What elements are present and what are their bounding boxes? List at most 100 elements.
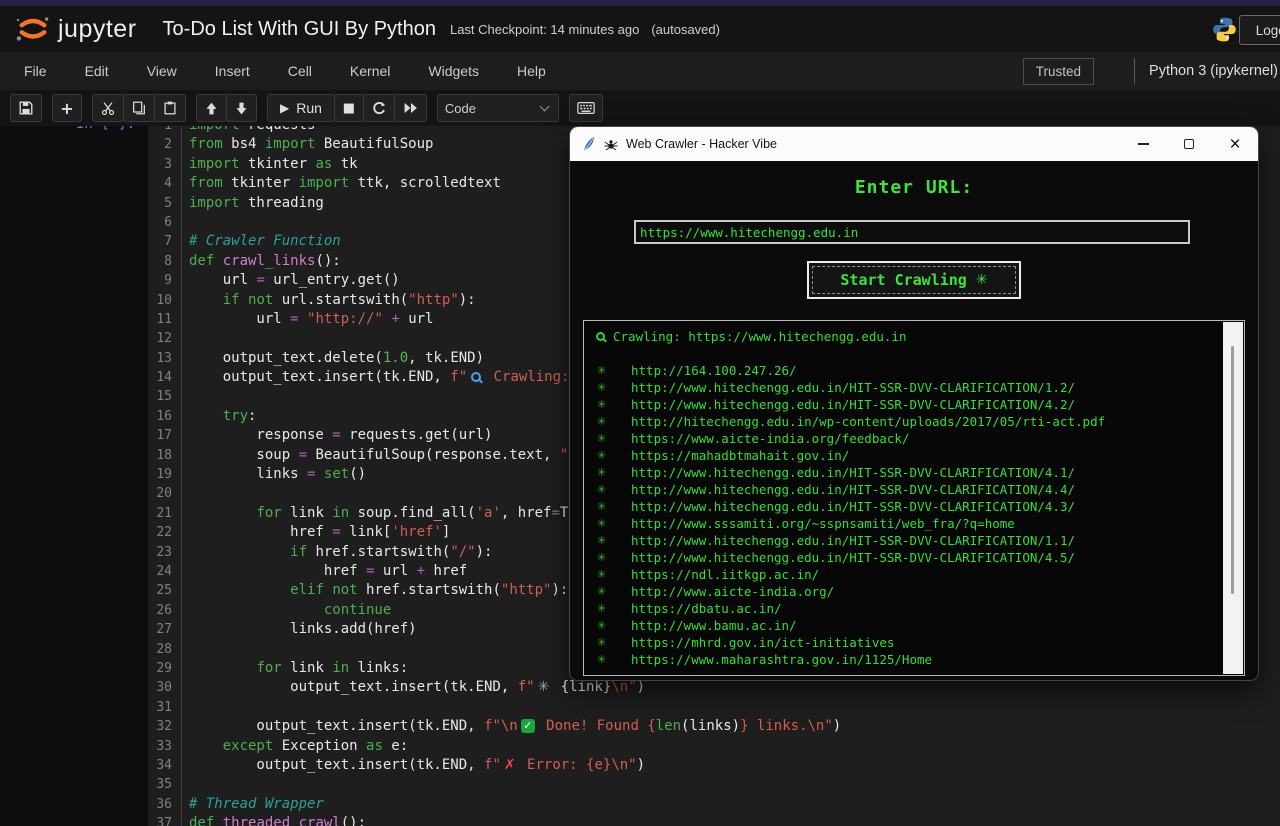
crawled-link: ✳https://mahadbtmahait.gov.in/ — [592, 447, 1222, 464]
crawled-link: ✳http://www.aicte-india.org/ — [592, 583, 1222, 600]
crawled-link-url: https://mahadbtmahait.gov.in/ — [610, 447, 849, 464]
restart-kernel-button[interactable] — [363, 94, 395, 122]
crawler-output-text: Crawling: https://www.hitechengg.edu.in … — [584, 321, 1222, 675]
menu-item-view[interactable]: View — [147, 63, 177, 79]
restart-run-all-button[interactable] — [394, 94, 427, 122]
crawled-link-url: https://www.aicte-india.org/feedback/ — [610, 430, 909, 447]
copy-button[interactable] — [123, 94, 155, 122]
run-label: Run — [296, 100, 322, 116]
crawled-link-url: http://www.hitechengg.edu.in/HIT-SSR-DVV… — [610, 481, 1075, 498]
check-icon: ✓ — [521, 719, 535, 733]
line-number: 29 — [148, 659, 182, 678]
autosaved-text: (autosaved) — [651, 22, 720, 37]
line-number: 19 — [148, 465, 182, 484]
menu-item-file[interactable]: File — [24, 63, 47, 79]
jupyter-logo[interactable]: jupyter — [14, 13, 137, 45]
fast-forward-icon — [402, 101, 419, 115]
line-number: 33 — [148, 737, 182, 756]
web-icon: ✳ — [597, 651, 610, 668]
menu-item-insert[interactable]: Insert — [215, 63, 250, 79]
crawler-window-title: Web Crawler - Hacker Vibe — [626, 137, 777, 151]
start-crawling-button[interactable]: Start Crawling ✳ — [807, 261, 1021, 299]
code-line: 34 output_text.insert(tk.END, f"✗ Error:… — [148, 756, 1280, 775]
cut-button[interactable] — [92, 94, 124, 122]
menu-item-widgets[interactable]: Widgets — [428, 63, 479, 79]
line-number: 7 — [148, 232, 182, 251]
cell-type-select[interactable]: Code — [437, 94, 559, 122]
python-logo-icon — [1211, 16, 1238, 43]
run-button[interactable]: ▶ Run — [267, 94, 335, 122]
save-button[interactable] — [10, 94, 42, 122]
menubar-items: File Edit View Insert Cell Kernel Widgets Help — [24, 63, 546, 79]
line-number: 5 — [148, 194, 182, 213]
tk-feather-icon — [582, 136, 596, 152]
add-cell-button[interactable]: + — [52, 94, 82, 122]
line-number: 4 — [148, 174, 182, 193]
paste-icon — [162, 100, 178, 116]
move-cell-down-button[interactable] — [226, 94, 257, 122]
crawled-link: ✳http://www.hitechengg.edu.in/HIT-SSR-DV… — [592, 396, 1222, 413]
crawled-link: ✳http://www.bamu.ac.in/ — [592, 617, 1222, 634]
web-icon: ✳ — [597, 379, 610, 396]
minimize-button[interactable] — [1120, 127, 1166, 161]
arrow-up-icon — [204, 101, 219, 116]
close-icon: × — [1229, 135, 1240, 154]
web-icon: ✳ — [597, 498, 610, 515]
arrow-down-icon — [234, 101, 249, 116]
line-number: 17 — [148, 426, 182, 445]
crawled-link-url: https://dbatu.ac.in/ — [610, 600, 782, 617]
line-number: 20 — [148, 484, 182, 503]
code-line: 33 except Exception as e: — [148, 737, 1280, 756]
menu-item-cell[interactable]: Cell — [288, 63, 312, 79]
menu-item-kernel[interactable]: Kernel — [350, 63, 390, 79]
logout-button[interactable]: Logout — [1239, 15, 1280, 45]
minimize-icon — [1138, 143, 1149, 145]
paste-button[interactable] — [154, 94, 186, 122]
crawled-link: ✳http://www.hitechengg.edu.in/HIT-SSR-DV… — [592, 481, 1222, 498]
stop-button[interactable]: ■ — [334, 94, 364, 122]
close-button[interactable]: × — [1212, 127, 1258, 161]
web-icon: ✳ — [597, 600, 610, 617]
line-number: 22 — [148, 523, 182, 542]
crawled-link-url: http://hitechengg.edu.in/wp-content/uplo… — [610, 413, 1105, 430]
web-icon: ✳ — [597, 464, 610, 481]
move-cell-up-button[interactable] — [196, 94, 227, 122]
web-icon: ✳ — [597, 362, 610, 379]
code-line: 37def threaded_crawl(): — [148, 814, 1280, 826]
crawled-link: ✳http://www.sssamiti.org/~sspnsamiti/web… — [592, 515, 1222, 532]
line-number: 1 — [148, 126, 182, 135]
copy-icon — [131, 100, 147, 116]
crawled-link-url: http://www.hitechengg.edu.in/HIT-SSR-DVV… — [610, 396, 1075, 413]
line-number: 36 — [148, 795, 182, 814]
web-icon: ✳ — [597, 566, 610, 583]
crawled-link-url: http://164.100.247.26/ — [610, 362, 797, 379]
line-number: 3 — [148, 155, 182, 174]
menu-item-help[interactable]: Help — [517, 63, 546, 79]
url-input[interactable] — [634, 220, 1190, 244]
output-scrollbar[interactable] — [1223, 322, 1243, 674]
crawled-link: ✳http://hitechengg.edu.in/wp-content/upl… — [592, 413, 1222, 430]
line-number: 18 — [148, 446, 182, 465]
kernel-name: Python 3 (ipykernel) — [1149, 63, 1280, 79]
line-number: 9 — [148, 271, 182, 290]
search-icon — [596, 332, 605, 341]
menu-item-edit[interactable]: Edit — [85, 63, 109, 79]
crawled-link: ✳https://ndl.iitkgp.ac.in/ — [592, 566, 1222, 583]
web-icon: ✳ — [597, 634, 610, 651]
crawler-output[interactable]: Crawling: https://www.hitechengg.edu.in … — [583, 320, 1245, 676]
command-palette-button[interactable] — [569, 94, 603, 122]
crawled-link: ✳http://www.hitechengg.edu.in/HIT-SSR-DV… — [592, 498, 1222, 515]
line-number: 30 — [148, 678, 182, 697]
line-number: 11 — [148, 310, 182, 329]
maximize-button[interactable] — [1166, 127, 1212, 161]
line-number: 24 — [148, 562, 182, 581]
crawler-window[interactable]: Web Crawler - Hacker Vibe × Enter URL: S… — [570, 127, 1258, 680]
crawler-window-titlebar[interactable]: Web Crawler - Hacker Vibe × — [570, 127, 1258, 161]
output-scrollbar-thumb[interactable] — [1231, 346, 1234, 594]
trusted-badge[interactable]: Trusted — [1023, 58, 1094, 85]
line-number: 25 — [148, 581, 182, 600]
toolbar: + — [0, 90, 1280, 126]
line-number: 8 — [148, 252, 182, 271]
spider-icon — [604, 138, 618, 151]
notebook-title[interactable]: To-Do List With GUI By Python — [163, 18, 436, 41]
